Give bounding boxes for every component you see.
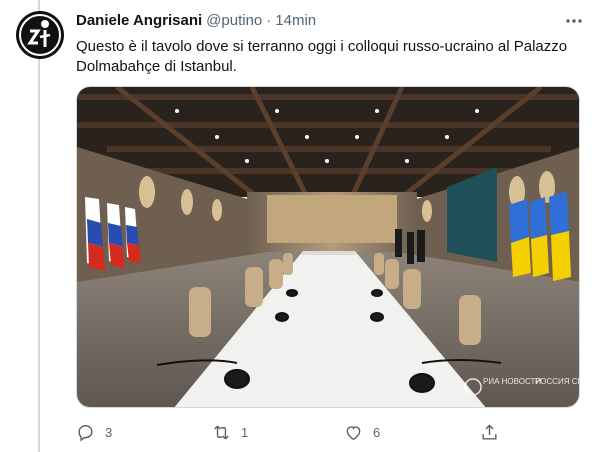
- more-button[interactable]: [563, 10, 585, 32]
- retweet-count: 1: [241, 424, 249, 440]
- separator-dot: ·: [266, 12, 272, 29]
- negotiation-room-photo: РИА НОВОСТИ РОССИЯ СЕГОДНЯ: [77, 87, 580, 407]
- retweet-button[interactable]: 1: [212, 420, 248, 444]
- avatar[interactable]: [16, 11, 64, 59]
- retweet-icon: [214, 425, 229, 439]
- tweet-photo[interactable]: РИА НОВОСТИ РОССИЯ СЕГОДНЯ: [76, 86, 580, 408]
- share-button[interactable]: [480, 420, 499, 444]
- more-dots-icon: [566, 19, 582, 23]
- timestamp[interactable]: 14min: [275, 12, 316, 29]
- reply-icon: [78, 424, 93, 441]
- thread-line: [38, 0, 40, 452]
- tweet-actions: 3 1 6: [76, 420, 506, 444]
- reply-count: 3: [105, 424, 113, 440]
- watermark-caption: РОССИЯ СЕГОДНЯ: [535, 377, 580, 386]
- reply-button[interactable]: 3: [76, 420, 112, 444]
- like-icon: [346, 425, 361, 440]
- watermark-brand: РИА НОВОСТИ: [483, 377, 541, 386]
- tweet-header: Daniele Angrisani @putino · 14min: [76, 12, 316, 29]
- tweet-text: Questo è il tavolo dove si terranno oggi…: [76, 38, 568, 75]
- author-name[interactable]: Daniele Angrisani: [76, 12, 202, 29]
- like-count: 6: [373, 424, 381, 440]
- like-button[interactable]: 6: [344, 420, 380, 444]
- avatar-image: [16, 11, 64, 59]
- share-icon: [482, 423, 497, 440]
- author-handle[interactable]: @putino: [206, 12, 262, 29]
